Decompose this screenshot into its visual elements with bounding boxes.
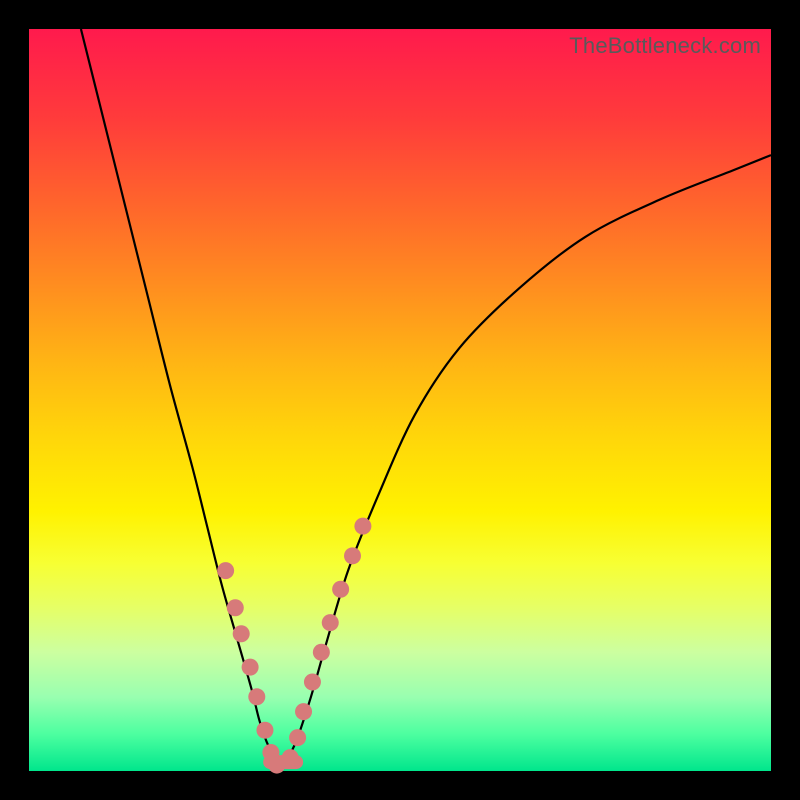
marker-dot (344, 547, 361, 564)
marker-dot (282, 749, 299, 766)
marker-dot (295, 703, 312, 720)
marker-dot (313, 644, 330, 661)
chart-frame: TheBottleneck.com (0, 0, 800, 800)
marker-dot (304, 673, 321, 690)
marker-dot (332, 581, 349, 598)
marker-dot (289, 729, 306, 746)
marker-dot (354, 518, 371, 535)
marker-dot (217, 562, 234, 579)
marker-dot (256, 722, 273, 739)
marker-dot (322, 614, 339, 631)
marker-dot (242, 659, 259, 676)
marker-dot (248, 688, 265, 705)
plot-area: TheBottleneck.com (29, 29, 771, 771)
marker-dot (233, 625, 250, 642)
marker-dot (227, 599, 244, 616)
right-curve (281, 155, 771, 771)
markers-left (217, 562, 285, 773)
chart-svg (29, 29, 771, 771)
